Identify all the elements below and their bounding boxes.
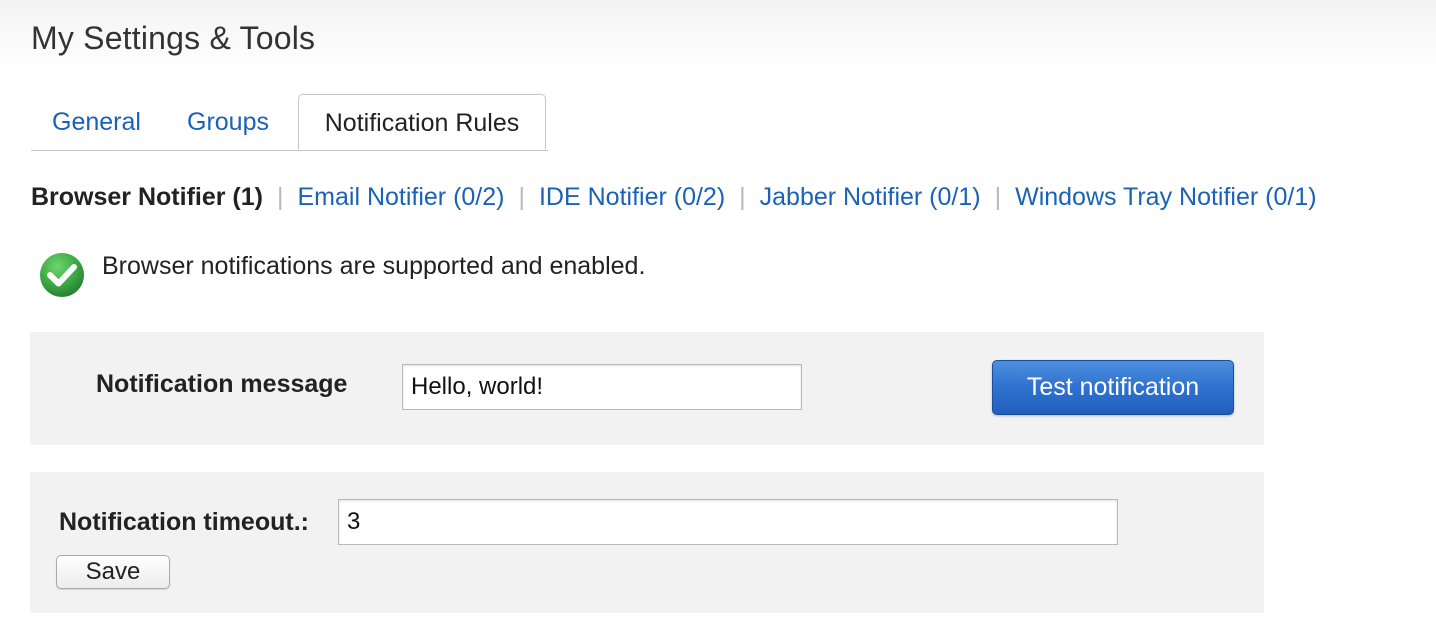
message-panel: Notification message Test notification: [30, 332, 1264, 445]
tab-notification-rules[interactable]: Notification Rules: [298, 94, 546, 150]
save-button[interactable]: Save: [56, 555, 170, 589]
notification-message-input[interactable]: [402, 364, 802, 410]
subnav-jabber-notifier[interactable]: Jabber Notifier (0/1): [760, 183, 981, 211]
test-notification-button[interactable]: Test notification: [992, 360, 1234, 415]
notification-message-label: Notification message: [96, 370, 348, 398]
subnav-email-notifier[interactable]: Email Notifier (0/2): [297, 183, 504, 211]
subnav-windows-tray-notifier[interactable]: Windows Tray Notifier (0/1): [1015, 183, 1316, 211]
tab-groups[interactable]: Groups: [187, 94, 269, 150]
check-circle-icon: [40, 253, 84, 297]
notifier-subnav: Browser Notifier (1) | Email Notifier (0/2…: [31, 180, 1317, 214]
timeout-panel: Notification timeout.: Save: [30, 472, 1264, 613]
subnav-separator: |: [994, 183, 1002, 211]
status-text: Browser notifications are supported and …: [102, 252, 646, 280]
subnav-separator: |: [739, 183, 746, 211]
subnav-ide-notifier[interactable]: IDE Notifier (0/2): [539, 183, 725, 211]
settings-page: My Settings & Tools General Groups Notif…: [0, 0, 1436, 626]
subnav-browser-notifier: Browser Notifier (1): [31, 183, 263, 211]
tab-bar: General Groups Notification Rules: [31, 94, 548, 151]
notification-timeout-label: Notification timeout.:: [59, 508, 309, 536]
subnav-separator: |: [518, 183, 525, 211]
tab-general[interactable]: General: [52, 94, 141, 150]
page-title: My Settings & Tools: [31, 20, 316, 56]
subnav-separator: |: [276, 183, 284, 211]
notification-timeout-input[interactable]: [338, 499, 1118, 545]
